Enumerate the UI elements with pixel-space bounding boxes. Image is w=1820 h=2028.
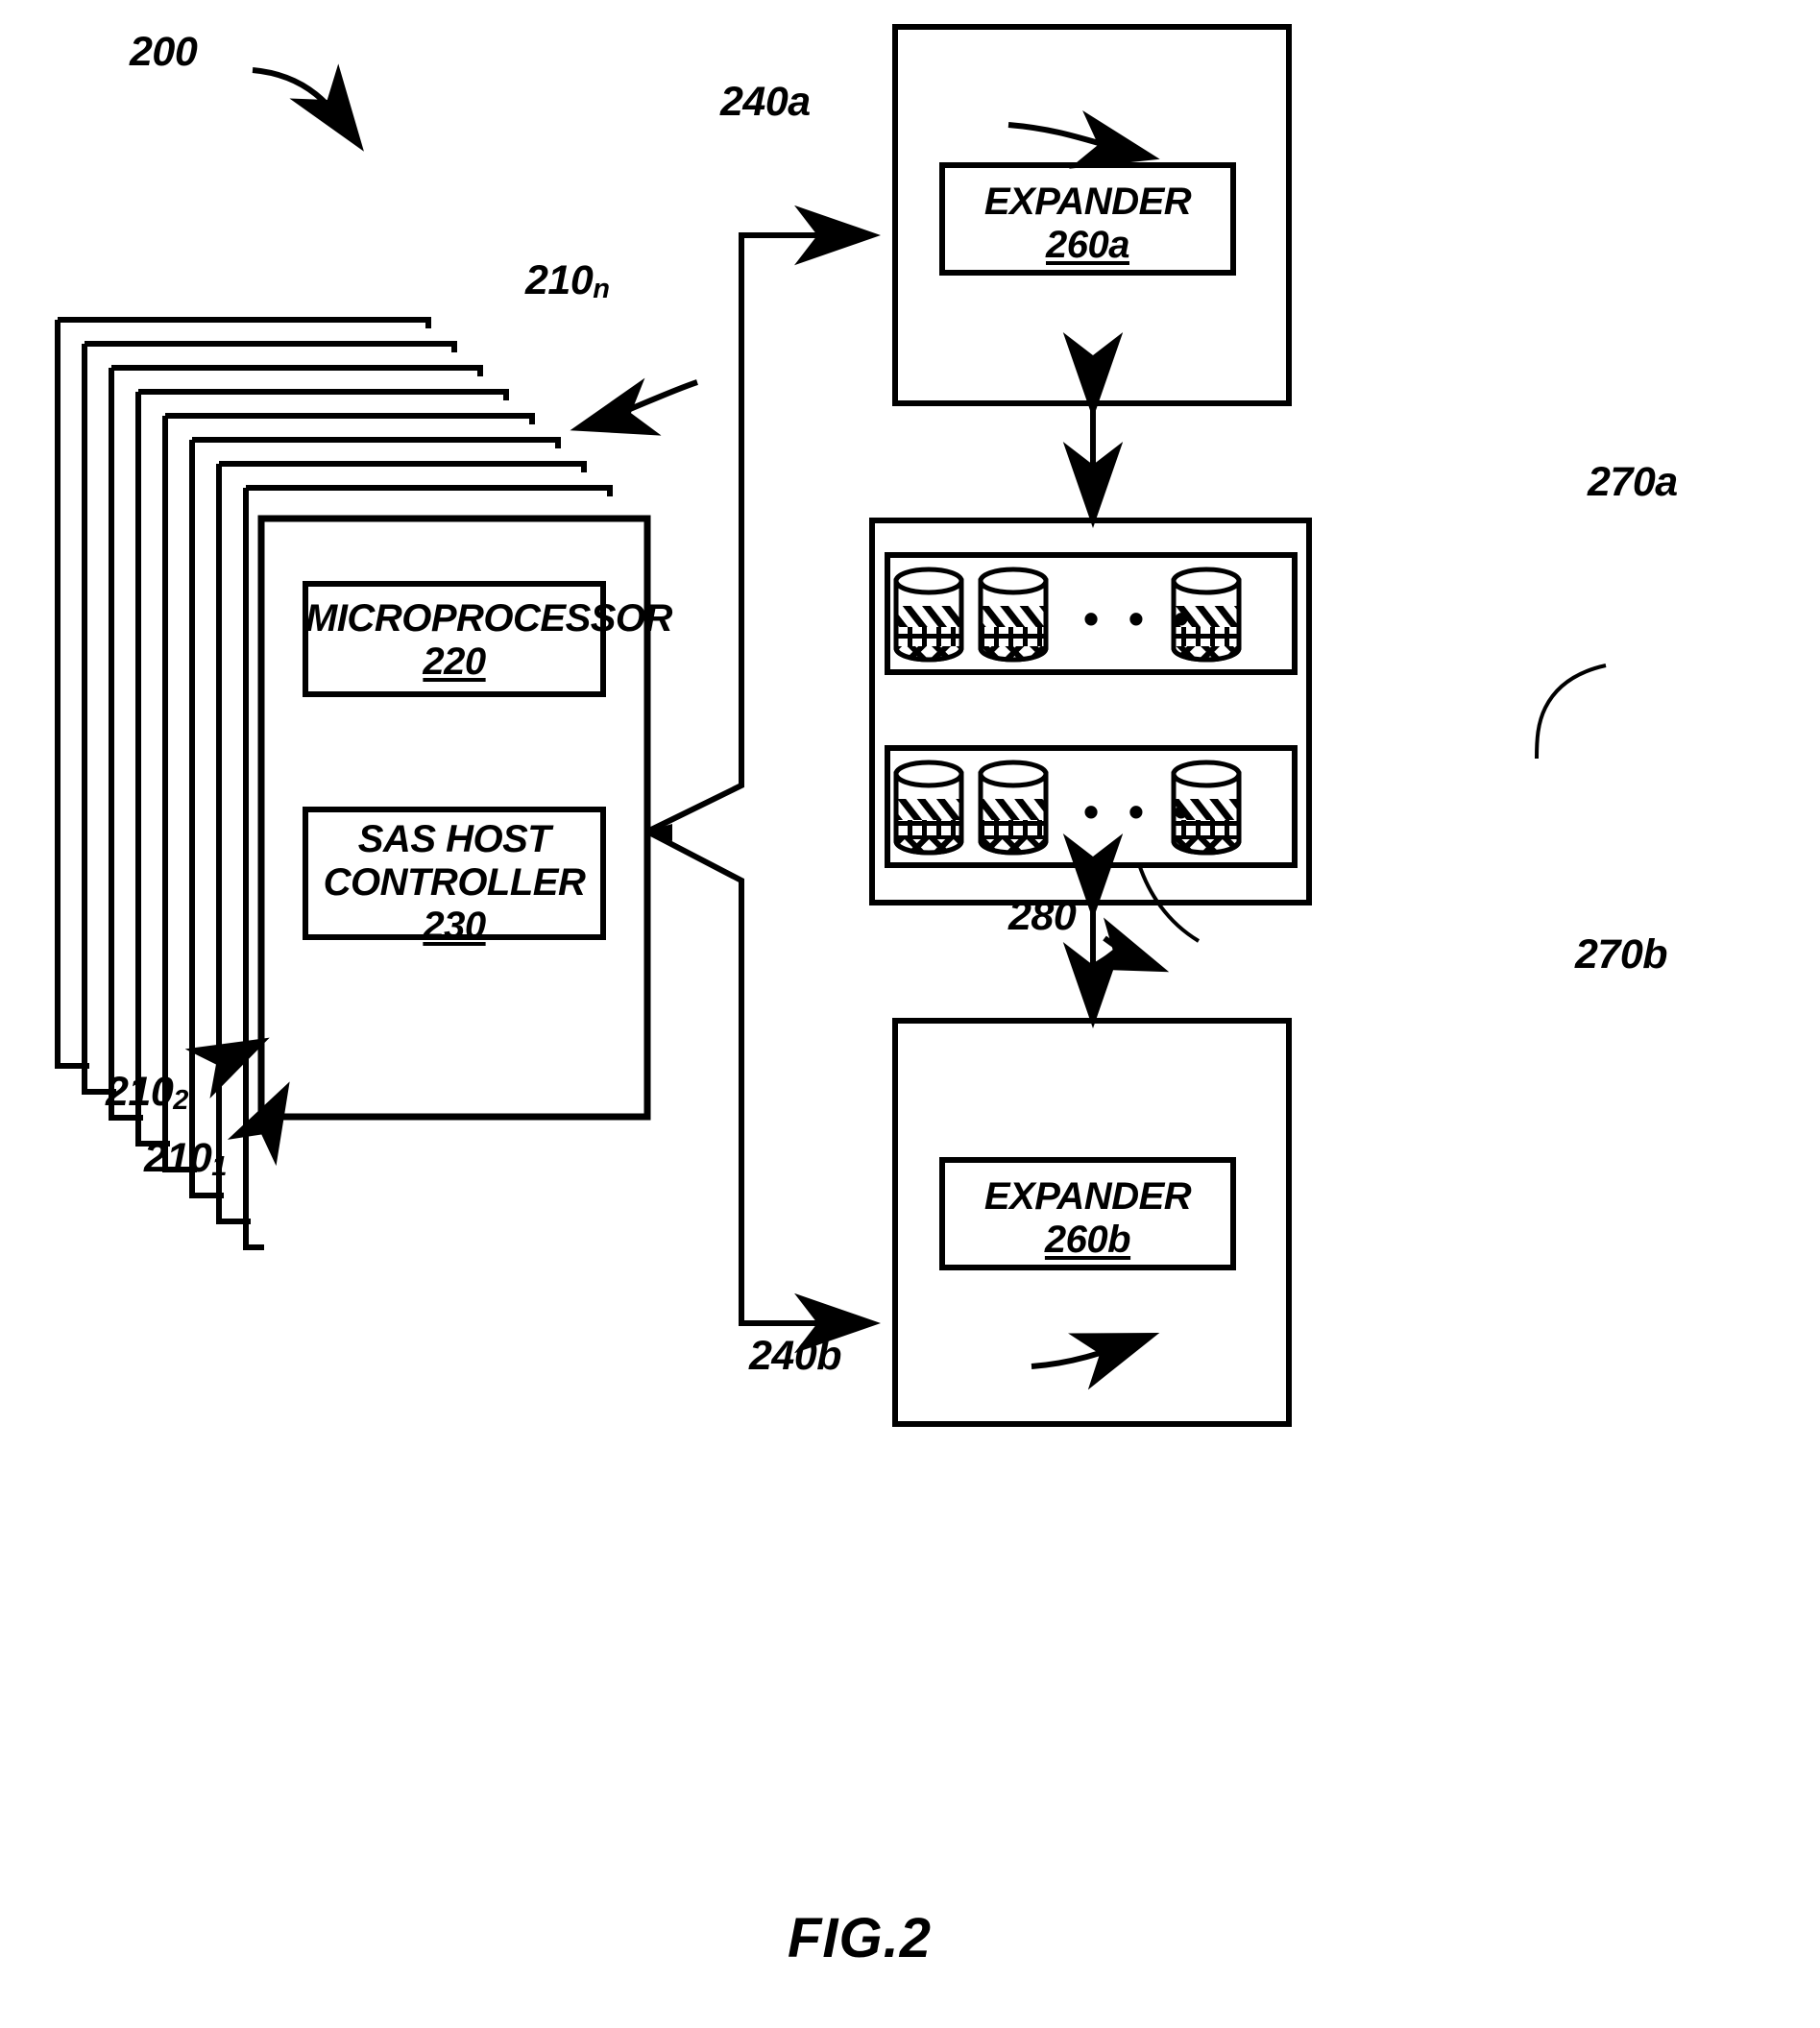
expander-260b-title: EXPANDER: [983, 1175, 1192, 1218]
figure-caption: FIG.2: [788, 1907, 933, 1969]
microprocessor-block: MICROPROCESSOR 220: [305, 597, 672, 684]
ref-label-server-2-num: 210: [106, 1069, 174, 1115]
ref-label-server-2-sub: 2: [173, 1085, 188, 1117]
patent-figure-2: 200 240a 240b 210n 2102 2101 270a 270b 2…: [0, 0, 1820, 2028]
disk-icon: [978, 760, 1049, 856]
ref-label-array-270a: 270a: [1588, 459, 1678, 505]
expander-260b-ref: 260b: [1044, 1218, 1131, 1261]
expander-260b-block: EXPANDER 260b: [942, 1175, 1233, 1262]
ref-label-server-1-num: 210: [144, 1135, 212, 1181]
disk-icon: [978, 567, 1049, 663]
microprocessor-ref: 220: [423, 640, 486, 683]
sas-host-controller-title-line1: SAS HOST: [357, 818, 551, 860]
ref-label-server-1-sub: 1: [211, 1151, 227, 1183]
ref-label-system: 200: [130, 29, 198, 75]
expander-260a-title: EXPANDER: [983, 181, 1192, 223]
disk-icon: [893, 567, 964, 663]
ref-label-server-n-num: 210: [525, 257, 594, 303]
disk-icon: [893, 760, 964, 856]
ref-label-enclosure-240b: 240b: [749, 1333, 842, 1379]
disk-ellipsis-270a: • • •: [1083, 593, 1198, 643]
ref-label-server-1: 2101: [144, 1135, 227, 1183]
ref-label-server-n: 210n: [525, 257, 610, 305]
sas-host-controller-block: SAS HOST CONTROLLER 230: [305, 818, 603, 947]
ref-label-storage-enclosure: 280: [1008, 893, 1077, 939]
ref-label-server-n-sub: n: [593, 274, 610, 305]
disk-ellipsis-270b: • • •: [1083, 786, 1198, 836]
figure-linework: [55, 24, 1607, 1427]
microprocessor-title: MICROPROCESSOR: [305, 597, 672, 640]
expander-260a-block: EXPANDER 260a: [942, 181, 1233, 267]
expander-260a-ref: 260a: [1046, 223, 1129, 266]
ref-label-array-270b: 270b: [1575, 931, 1668, 978]
sas-host-controller-ref: 230: [423, 904, 486, 947]
ref-label-server-2: 2102: [106, 1069, 188, 1117]
ref-label-enclosure-240a: 240a: [720, 79, 811, 125]
sas-host-controller-title-line2: CONTROLLER: [323, 860, 586, 904]
